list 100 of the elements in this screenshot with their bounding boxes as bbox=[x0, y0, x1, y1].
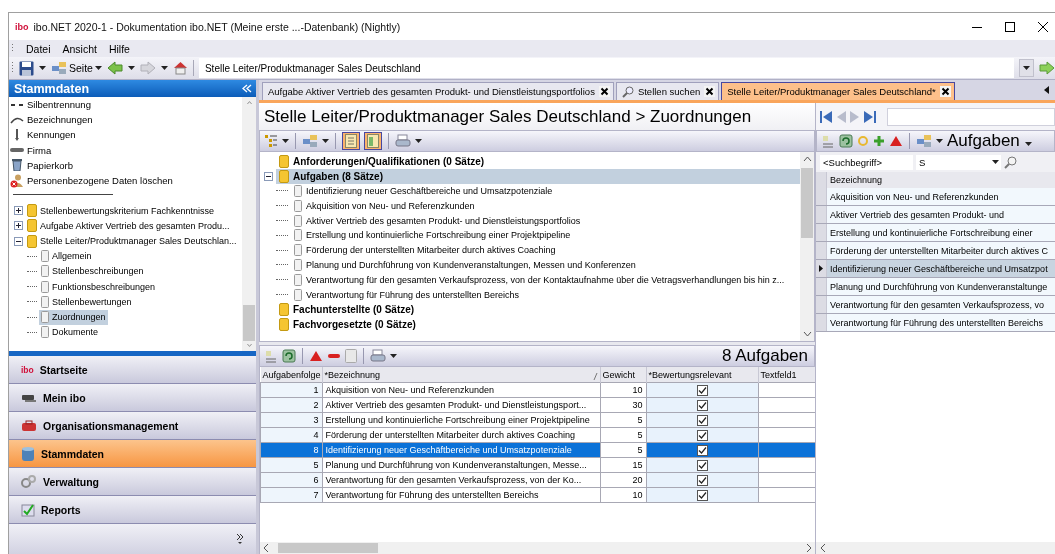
toggle-button[interactable] bbox=[364, 132, 382, 150]
tab[interactable]: Stellen suchen bbox=[615, 82, 720, 100]
tree-item[interactable]: Aufgabe Aktiver Vertrieb des gesamten Produ... bbox=[25, 218, 232, 234]
close-icon[interactable] bbox=[1037, 20, 1049, 33]
menu-item[interactable]: Datei bbox=[26, 42, 51, 55]
caret-icon[interactable] bbox=[1023, 66, 1030, 70]
home-icon[interactable] bbox=[172, 61, 188, 75]
list-row[interactable]: Planung und Durchführung von Kundenveranstaltunge bbox=[827, 278, 1055, 295]
scroll-down-icon[interactable] bbox=[802, 332, 812, 337]
scroll-thumb[interactable] bbox=[801, 168, 813, 238]
close-icon[interactable] bbox=[598, 86, 610, 97]
tree-item[interactable]: Funktionsbeschreibungen bbox=[39, 279, 158, 295]
expand-toggle[interactable] bbox=[14, 206, 23, 216]
go-arrow-icon[interactable] bbox=[1039, 61, 1055, 75]
nav-button[interactable]: Mein ibo bbox=[9, 384, 256, 412]
checkbox[interactable] bbox=[696, 414, 708, 426]
search-icon[interactable] bbox=[1004, 155, 1017, 169]
nav-button[interactable]: ibo Startseite bbox=[9, 356, 256, 384]
caret-icon[interactable] bbox=[160, 66, 168, 70]
refresh-icon[interactable] bbox=[282, 349, 296, 363]
collapse-icon[interactable] bbox=[242, 84, 252, 93]
tree-item[interactable]: Fachvorgesetzte (0 Sätze) bbox=[276, 316, 419, 332]
sidebar-item[interactable]: Personenbezogene Daten löschen bbox=[9, 172, 242, 189]
connect-icon[interactable] bbox=[51, 61, 67, 75]
column-header[interactable]: Gewicht bbox=[600, 367, 646, 383]
caret-icon[interactable] bbox=[39, 66, 46, 70]
tree-item[interactable]: Verantwortung für Führung des unterstellten Bereichs bbox=[291, 287, 523, 303]
tree-item[interactable]: Stelle Leiter/Produktmanager Sales Deutschlan... bbox=[25, 233, 239, 249]
tree-item[interactable]: Zuordnungen bbox=[39, 309, 108, 325]
caret-icon[interactable] bbox=[282, 139, 289, 143]
checkbox[interactable] bbox=[696, 474, 708, 486]
caret-icon[interactable] bbox=[322, 139, 329, 143]
save-icon[interactable] bbox=[19, 60, 34, 76]
caret-icon[interactable] bbox=[127, 66, 135, 70]
list-row[interactable]: Akquisition von Neu- und Referenzkunden bbox=[827, 188, 1055, 205]
table-row[interactable]: 3 Erstellung und kontinuierliche Fortschreibung einer Projektpipeline 5 bbox=[260, 412, 815, 428]
close-icon[interactable] bbox=[939, 86, 951, 97]
nav-button[interactable]: Verwaltung bbox=[9, 468, 256, 496]
column-header[interactable]: Aufgabenfolge bbox=[260, 367, 322, 383]
list-row[interactable]: Erstellung und kontinuierliche Fortschreibung einer bbox=[827, 224, 1055, 241]
caret-icon[interactable] bbox=[390, 354, 397, 358]
tree-item[interactable]: Anforderungen/Qualifikationen (0 Sätze) bbox=[276, 153, 488, 169]
toggle-button[interactable] bbox=[342, 132, 360, 150]
caret-icon[interactable] bbox=[94, 66, 102, 70]
column-header[interactable]: *Bezeichnung bbox=[322, 367, 600, 383]
table-row[interactable]: 4 Förderung der unterstellten Mitarbeiter durch aktives Coaching 5 bbox=[260, 427, 815, 443]
sidebar-item[interactable]: Kennungen bbox=[9, 127, 242, 143]
tab[interactable]: Stelle Leiter/Produktmanager Sales Deutschland* bbox=[721, 82, 955, 100]
last-record-icon[interactable] bbox=[863, 109, 877, 124]
expand-toggle[interactable] bbox=[14, 221, 23, 231]
page-menu-button[interactable]: Seite bbox=[51, 61, 102, 75]
maximize-icon[interactable] bbox=[1004, 20, 1016, 33]
scroll-left-icon[interactable] bbox=[820, 544, 825, 552]
checkbox[interactable] bbox=[696, 429, 708, 441]
scroll-left-icon[interactable] bbox=[1044, 86, 1049, 94]
sidebar-item[interactable]: Papierkorb bbox=[9, 157, 242, 173]
sidebar-item[interactable]: Firma bbox=[9, 142, 242, 158]
checkbox[interactable] bbox=[696, 384, 708, 396]
scrollbar[interactable] bbox=[816, 542, 1055, 554]
nav-button[interactable]: Organisationsmanagement bbox=[9, 412, 256, 440]
close-icon[interactable] bbox=[704, 86, 716, 97]
tree-item[interactable]: Akquisition von Neu- und Referenzkunden bbox=[291, 198, 478, 214]
collapse-toggle[interactable] bbox=[264, 171, 273, 181]
scrollbar[interactable] bbox=[242, 97, 256, 351]
list-row[interactable]: Aktiver Vertrieb des gesamten Produkt- und bbox=[827, 206, 1055, 223]
scroll-thumb[interactable] bbox=[278, 543, 378, 553]
double-chevron-icon[interactable] bbox=[236, 533, 244, 545]
sidebar-item[interactable]: Bezeichnungen bbox=[9, 112, 242, 128]
table-row[interactable]: 5 Planung und Durchführung von Kundenveranstaltungen, Messe... 15 bbox=[260, 457, 815, 473]
table-row[interactable]: 6 Verantwortung für den gesamten Verkaufsprozess, von der Ko... 20 bbox=[260, 472, 815, 488]
scroll-up-icon[interactable] bbox=[802, 156, 812, 161]
tree-item[interactable]: Verantwortung für den gesamten Verkaufsprozess, von der Kontaktaufnahme über die Vetragsverhandlungen bis hin z... bbox=[291, 272, 788, 288]
column-header[interactable]: Textfeld1 bbox=[758, 367, 815, 383]
tree-item[interactable]: Identifizierung neuer Geschäftbereiche und Umsatzpotenziale bbox=[291, 183, 556, 199]
table-row[interactable]: 8 Identifizierung neuer Geschäftbereiche und Umsatzpotenziale 5 bbox=[260, 442, 815, 458]
tree-item[interactable]: Allgemein bbox=[39, 248, 94, 264]
triangle-icon[interactable] bbox=[889, 135, 903, 147]
caret-icon[interactable] bbox=[1024, 142, 1032, 146]
checkbox[interactable] bbox=[696, 459, 708, 471]
list-row[interactable]: Förderung der unterstellten Mitarbeiter durch aktives C bbox=[827, 242, 1055, 259]
list-row[interactable]: Verantwortung für den gesamten Verkaufsprozess, vo bbox=[827, 296, 1055, 313]
checkbox[interactable] bbox=[696, 489, 708, 501]
tree-item[interactable]: Stellenbeschreibungen bbox=[39, 263, 146, 279]
nav-button[interactable]: Stammdaten bbox=[9, 440, 256, 468]
list-row[interactable]: Verantwortung für Führung des unterstellten Bereichs bbox=[827, 314, 1055, 331]
checkbox[interactable] bbox=[696, 399, 708, 411]
search-field[interactable]: <Suchbegriff> bbox=[820, 154, 913, 170]
tree-item[interactable]: Stellenbewertungskriterium Fachkenntnisse bbox=[25, 203, 217, 219]
table-row[interactable]: 7 Verantwortung für Führung des unterstellten Bereichs 10 bbox=[260, 487, 815, 503]
scrollbar[interactable] bbox=[800, 152, 814, 341]
table-row[interactable]: 2 Aktiver Vertrieb des gesamten Produkt- und Dienstleistungsport... 30 bbox=[260, 397, 815, 413]
dropdown-button[interactable] bbox=[1019, 59, 1034, 77]
tree-item[interactable]: Planung und Durchführung von Kundenveranstaltungen, Messen und Konferenzen bbox=[291, 257, 639, 273]
tree-item[interactable]: Stellenbewertungen bbox=[39, 294, 134, 310]
collapse-toggle[interactable] bbox=[14, 236, 23, 246]
tree-item[interactable]: Aufgaben (8 Sätze) bbox=[276, 168, 800, 184]
caret-icon[interactable] bbox=[415, 139, 422, 143]
sidebar-item[interactable]: Silbentrennung bbox=[9, 97, 242, 113]
table-row[interactable]: 1 Akquisition von Neu- und Referenzkunden 10 bbox=[260, 382, 815, 398]
list-row[interactable]: Identifizierung neuer Geschäftbereiche und Umsatzpot bbox=[827, 260, 1055, 277]
